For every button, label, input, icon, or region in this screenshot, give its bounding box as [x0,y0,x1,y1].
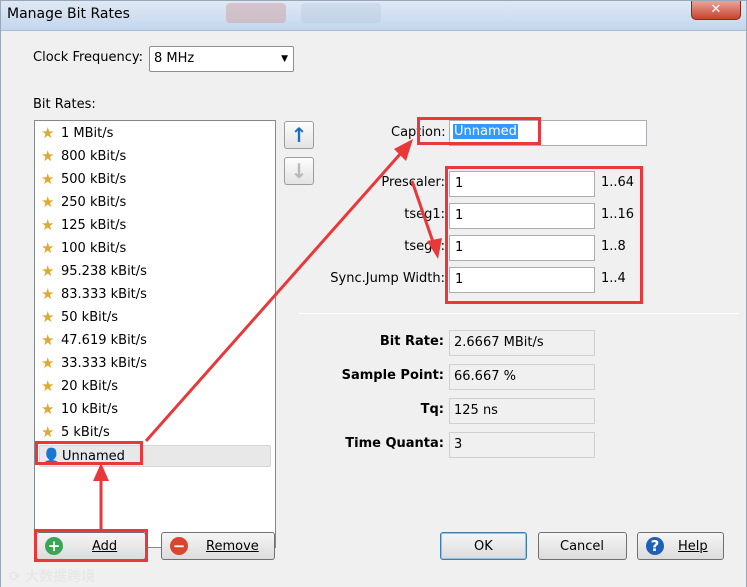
star-icon: ★ [41,262,55,280]
star-icon: ★ [41,423,55,441]
background-window-ghost [301,3,381,23]
result-value-box: 3 [449,432,595,458]
list-item[interactable]: ★ 50 kBit/s [39,307,271,329]
star-icon: ★ [41,400,55,418]
dialog-body: Clock Frequency: 8 MHz ▼ Bit Rates: ★ 1 M… [1,32,746,587]
list-item-label: 50 kBit/s [61,310,118,325]
title-bar[interactable]: Manage Bit Rates ✕ [1,1,746,31]
list-item[interactable]: ★ 83.333 kBit/s [39,284,271,306]
ok-button-label: OK [474,539,493,554]
remove-button-label: Remove [206,539,259,554]
list-item[interactable]: ★ 125 kBit/s [39,215,271,237]
cancel-button-label: Cancel [560,539,605,554]
watermark-icon: ⟳ [9,569,21,585]
list-item[interactable]: ★ 95.238 kBit/s [39,261,271,283]
clock-frequency-label: Clock Frequency: [33,50,143,65]
move-down-button[interactable]: ↓ [284,157,314,185]
annotation-box-parameters [445,166,643,304]
list-item-label: 100 kBit/s [61,241,127,256]
star-icon: ★ [41,216,55,234]
param-label: Sync.Jump Width: [330,271,445,286]
manage-bit-rates-dialog: Manage Bit Rates ✕ Clock Frequency: 8 MH… [0,0,747,587]
list-item-label: 33.333 kBit/s [61,356,147,371]
list-item-label: 5 kBit/s [61,425,110,440]
close-button[interactable]: ✕ [691,1,741,20]
ok-button[interactable]: OK [440,532,527,560]
star-icon: ★ [41,354,55,372]
list-item-label: 95.238 kBit/s [61,264,147,279]
cancel-button[interactable]: Cancel [538,532,627,560]
clock-frequency-value: 8 MHz [154,51,195,66]
help-icon: ? [646,537,664,555]
annotation-box-caption [417,117,541,145]
clock-frequency-label-text: Clock Frequency: [33,50,144,65]
list-item-label: 250 kBit/s [61,195,127,210]
result-value: 66.667 % [454,369,516,384]
result-label: Tq: [420,402,444,417]
star-icon: ★ [41,239,55,257]
chevron-down-icon: ▼ [281,54,288,64]
list-item-label: 125 kBit/s [61,218,127,233]
star-icon: ★ [41,147,55,165]
result-label: Time Quanta: [345,436,444,451]
result-value: 2.6667 MBit/s [454,335,544,350]
star-icon: ★ [41,331,55,349]
star-icon: ★ [41,308,55,326]
remove-button[interactable]: − Remove [161,532,275,560]
list-item-label: 500 kBit/s [61,172,127,187]
list-item[interactable]: ★ 20 kBit/s [39,376,271,398]
clock-frequency-select[interactable]: 8 MHz ▼ [149,46,294,72]
watermark: ⟳ 大数据跨境 [9,566,95,586]
annotation-box-add [34,529,148,562]
star-icon: ★ [41,193,55,211]
star-icon: ★ [41,285,55,303]
help-button[interactable]: ? Help [637,532,724,560]
watermark-text: 大数据跨境 [25,569,96,585]
help-button-label: Help [678,539,708,554]
move-up-button[interactable]: ↑ [284,121,314,149]
result-value: 3 [454,437,463,452]
star-icon: ★ [41,170,55,188]
star-icon: ★ [41,377,55,395]
arrow-up-icon: ↑ [290,123,308,147]
list-item[interactable]: ★ 250 kBit/s [39,192,271,214]
result-value-box: 125 ns [449,398,595,424]
list-item[interactable]: ★ 47.619 kBit/s [39,330,271,352]
list-item[interactable]: ★ 500 kBit/s [39,169,271,191]
result-value-box: 2.6667 MBit/s [449,330,595,356]
result-label: Sample Point: [341,368,444,383]
list-item[interactable]: ★ 800 kBit/s [39,146,271,168]
separator [299,313,739,314]
result-value: 125 ns [454,403,498,418]
list-item-label: 800 kBit/s [61,149,127,164]
window-title: Manage Bit Rates [7,6,130,22]
close-icon: ✕ [710,2,722,17]
param-label: tseg2: [404,239,445,254]
result-label: Bit Rate: [379,334,444,349]
minus-icon: − [170,537,188,555]
bit-rates-list[interactable]: ★ 1 MBit/s ★ 800 kBit/s ★ 500 kBit/s ★ 250 kBit… [34,120,276,548]
arrow-down-icon: ↓ [290,159,308,183]
list-item-label: 10 kBit/s [61,402,118,417]
list-item[interactable]: ★ 1 MBit/s [39,123,271,145]
list-item-label: 1 MBit/s [61,126,114,141]
star-icon: ★ [41,124,55,142]
param-label: Prescaler: [381,175,445,190]
list-item[interactable]: ★ 33.333 kBit/s [39,353,271,375]
result-value-box: 66.667 % [449,364,595,390]
list-item-label: 20 kBit/s [61,379,118,394]
param-label: tseg1: [404,207,445,222]
list-item-label: 83.333 kBit/s [61,287,147,302]
list-item-label: 47.619 kBit/s [61,333,147,348]
annotation-box-unnamed [35,441,143,465]
list-item[interactable]: ★ 100 kBit/s [39,238,271,260]
background-window-ghost [226,3,286,23]
list-item[interactable]: ★ 10 kBit/s [39,399,271,421]
bit-rates-label: Bit Rates: [33,97,96,112]
